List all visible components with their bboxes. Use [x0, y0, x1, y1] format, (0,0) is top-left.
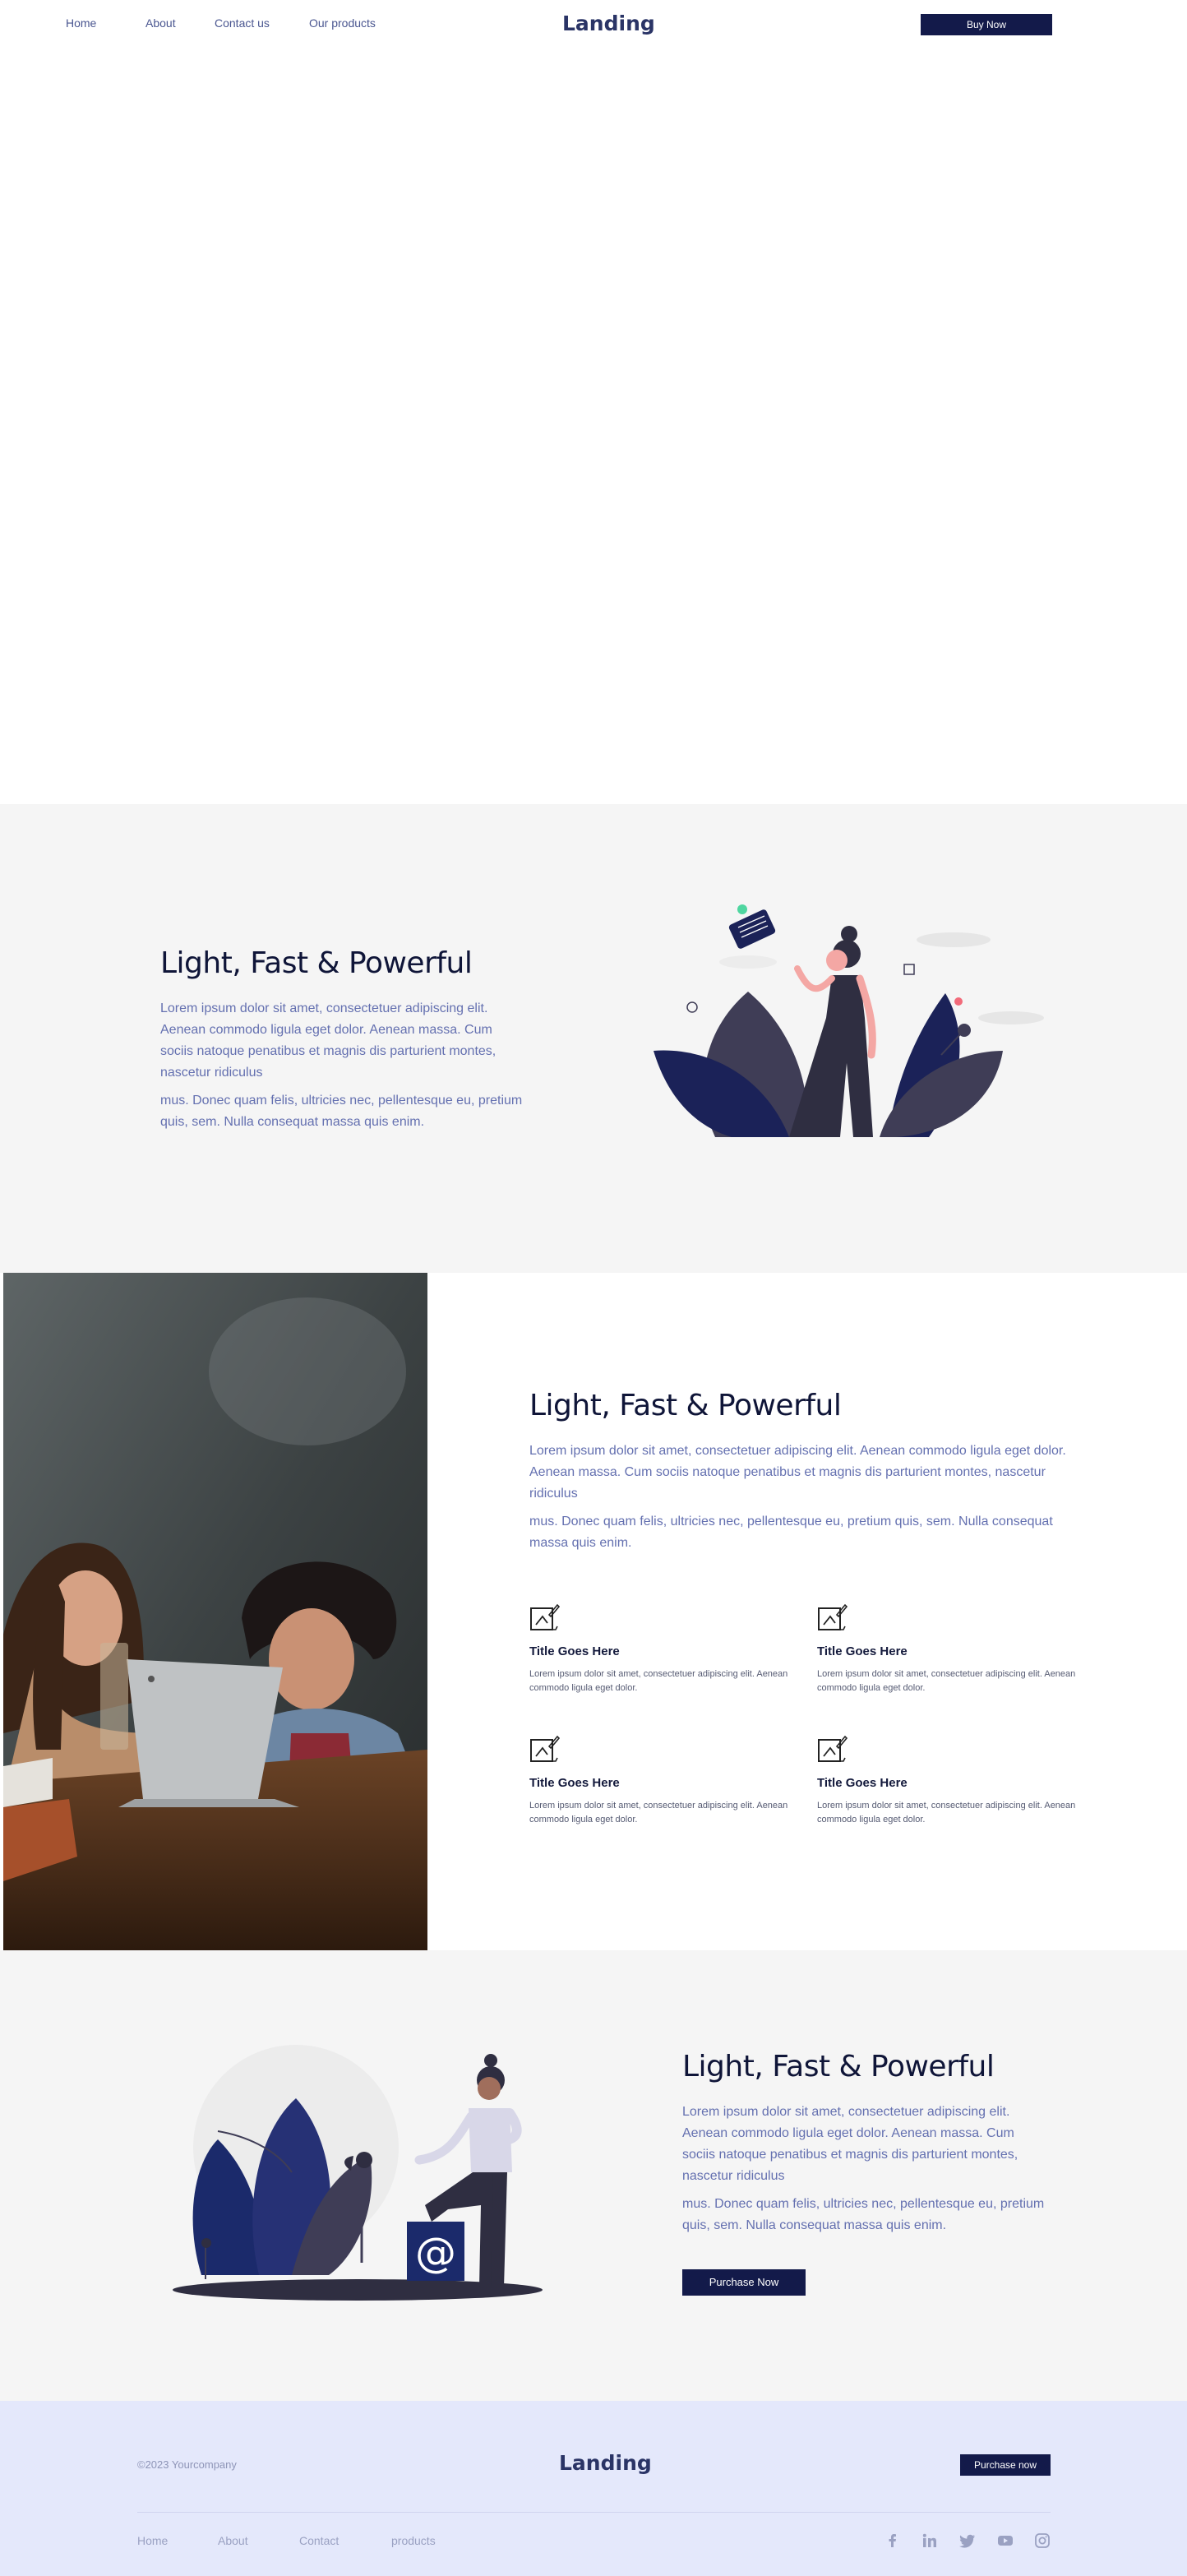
- purchase-now-button[interactable]: Purchase Now: [682, 2269, 806, 2296]
- section-paragraph-2: mus. Donec quam felis, ultricies nec, pe…: [160, 1094, 523, 1129]
- woman-with-leaves-illustration: [654, 904, 1044, 1137]
- brand-logo[interactable]: Landing: [562, 12, 655, 35]
- nav-link-about[interactable]: About: [145, 16, 176, 30]
- feature-section-3: @ Light, Fast & Powerful Lorem ipsum dol…: [0, 1950, 1187, 2401]
- twitter-icon[interactable]: [959, 2532, 976, 2549]
- section-title: Light, Fast & Powerful: [529, 1389, 842, 1422]
- feature-title: Title Goes Here: [817, 1776, 908, 1790]
- feature-item: Title Goes Here Lorem ipsum dolor sit am…: [817, 1735, 1080, 1834]
- blueprint-icon: [818, 1735, 848, 1762]
- blueprint-icon: [530, 1735, 561, 1762]
- feature-item: Title Goes Here Lorem ipsum dolor sit am…: [817, 1603, 1080, 1702]
- linkedin-icon[interactable]: [921, 2532, 938, 2549]
- blueprint-icon: [530, 1603, 561, 1630]
- feature-item: Title Goes Here Lorem ipsum dolor sit am…: [529, 1735, 792, 1834]
- section-title: Light, Fast & Powerful: [682, 2050, 995, 2083]
- section-paragraph-1: Lorem ipsum dolor sit amet, consectetuer…: [682, 2105, 1018, 2183]
- footer: ©2023 Yourcompany Landing Purchase now H…: [0, 2401, 1187, 2576]
- feature-section-1: Light, Fast & Powerful Lorem ipsum dolor…: [0, 804, 1187, 1273]
- facebook-icon[interactable]: [884, 2532, 901, 2549]
- blueprint-icon: [818, 1603, 848, 1630]
- footer-brand-logo[interactable]: Landing: [559, 2451, 652, 2475]
- nav-link-contact[interactable]: Contact us: [215, 16, 270, 30]
- footer-link-home[interactable]: Home: [137, 2534, 168, 2547]
- top-navigation: Home About Contact us Our products Landi…: [0, 0, 1187, 49]
- section-paragraph-2: mus. Donec quam felis, ultricies nec, pe…: [682, 2197, 1045, 2232]
- footer-purchase-button[interactable]: Purchase now: [960, 2454, 1051, 2476]
- feature-title: Title Goes Here: [529, 1776, 620, 1790]
- footer-divider: [137, 2512, 1051, 2513]
- feature-description: Lorem ipsum dolor sit amet, consectetuer…: [817, 1669, 1076, 1693]
- footer-link-products[interactable]: products: [391, 2534, 436, 2547]
- feature-title: Title Goes Here: [817, 1644, 908, 1658]
- youtube-icon[interactable]: [997, 2532, 1014, 2549]
- section-paragraph-2: mus. Donec quam felis, ultricies nec, pe…: [529, 1515, 1053, 1550]
- footer-link-about[interactable]: About: [218, 2534, 248, 2547]
- team-meeting-photo: [3, 1273, 427, 1950]
- footer-link-contact[interactable]: Contact: [299, 2534, 339, 2547]
- buy-now-button[interactable]: Buy Now: [921, 14, 1052, 35]
- feature-section-2: Light, Fast & Powerful Lorem ipsum dolor…: [0, 1273, 1187, 1950]
- copyright-text: ©2023 Yourcompany: [137, 2458, 237, 2471]
- man-with-email-illustration: @: [173, 2045, 543, 2301]
- section-title: Light, Fast & Powerful: [160, 946, 473, 980]
- section-paragraph-1: Lorem ipsum dolor sit amet, consectetuer…: [529, 1444, 1066, 1501]
- feature-description: Lorem ipsum dolor sit amet, consectetuer…: [529, 1669, 788, 1693]
- feature-item: Title Goes Here Lorem ipsum dolor sit am…: [529, 1603, 792, 1702]
- instagram-icon[interactable]: [1034, 2532, 1051, 2549]
- section-paragraph-1: Lorem ipsum dolor sit amet, consectetuer…: [160, 1001, 497, 1080]
- nav-link-products[interactable]: Our products: [309, 16, 376, 30]
- svg-text:@: @: [415, 2229, 456, 2277]
- nav-link-home[interactable]: Home: [66, 16, 96, 30]
- feature-title: Title Goes Here: [529, 1644, 620, 1658]
- feature-description: Lorem ipsum dolor sit amet, consectetuer…: [529, 1801, 788, 1824]
- feature-description: Lorem ipsum dolor sit amet, consectetuer…: [817, 1801, 1076, 1824]
